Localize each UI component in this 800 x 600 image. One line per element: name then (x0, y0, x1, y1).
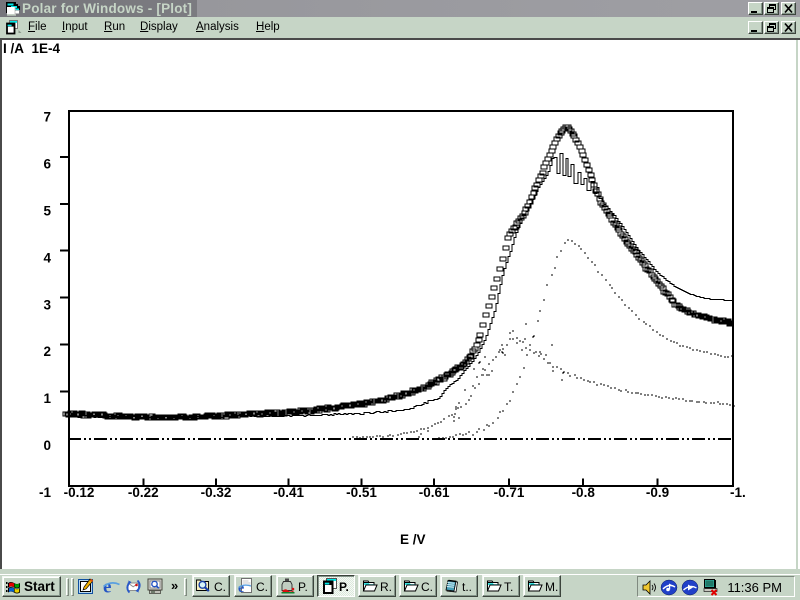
svg-text:3: 3 (43, 297, 51, 312)
svg-text:-0.51: -0.51 (346, 485, 377, 500)
svg-text:-0.71: -0.71 (494, 485, 525, 500)
svg-text:-0.61: -0.61 (419, 485, 450, 500)
svg-text:-1: -1 (39, 485, 51, 500)
svg-text:-0.9: -0.9 (646, 485, 669, 500)
svg-text:2: 2 (43, 344, 51, 359)
svg-text:1: 1 (43, 391, 51, 406)
svg-text:-0.22: -0.22 (128, 485, 159, 500)
svg-text:5: 5 (43, 204, 51, 219)
svg-text:-0.32: -0.32 (201, 485, 232, 500)
svg-text:-0.12: -0.12 (64, 485, 95, 500)
svg-text:-0.41: -0.41 (273, 485, 304, 500)
svg-text:0: 0 (43, 438, 51, 453)
svg-text:E /V: E /V (400, 532, 426, 547)
svg-text:7: 7 (43, 110, 51, 125)
svg-text:4: 4 (43, 250, 51, 265)
svg-text:6: 6 (43, 157, 51, 172)
svg-text:-0.8: -0.8 (572, 485, 596, 500)
svg-text:-1.: -1. (730, 485, 746, 500)
svg-text:I /A 1E-4: I /A 1E-4 (3, 41, 61, 56)
